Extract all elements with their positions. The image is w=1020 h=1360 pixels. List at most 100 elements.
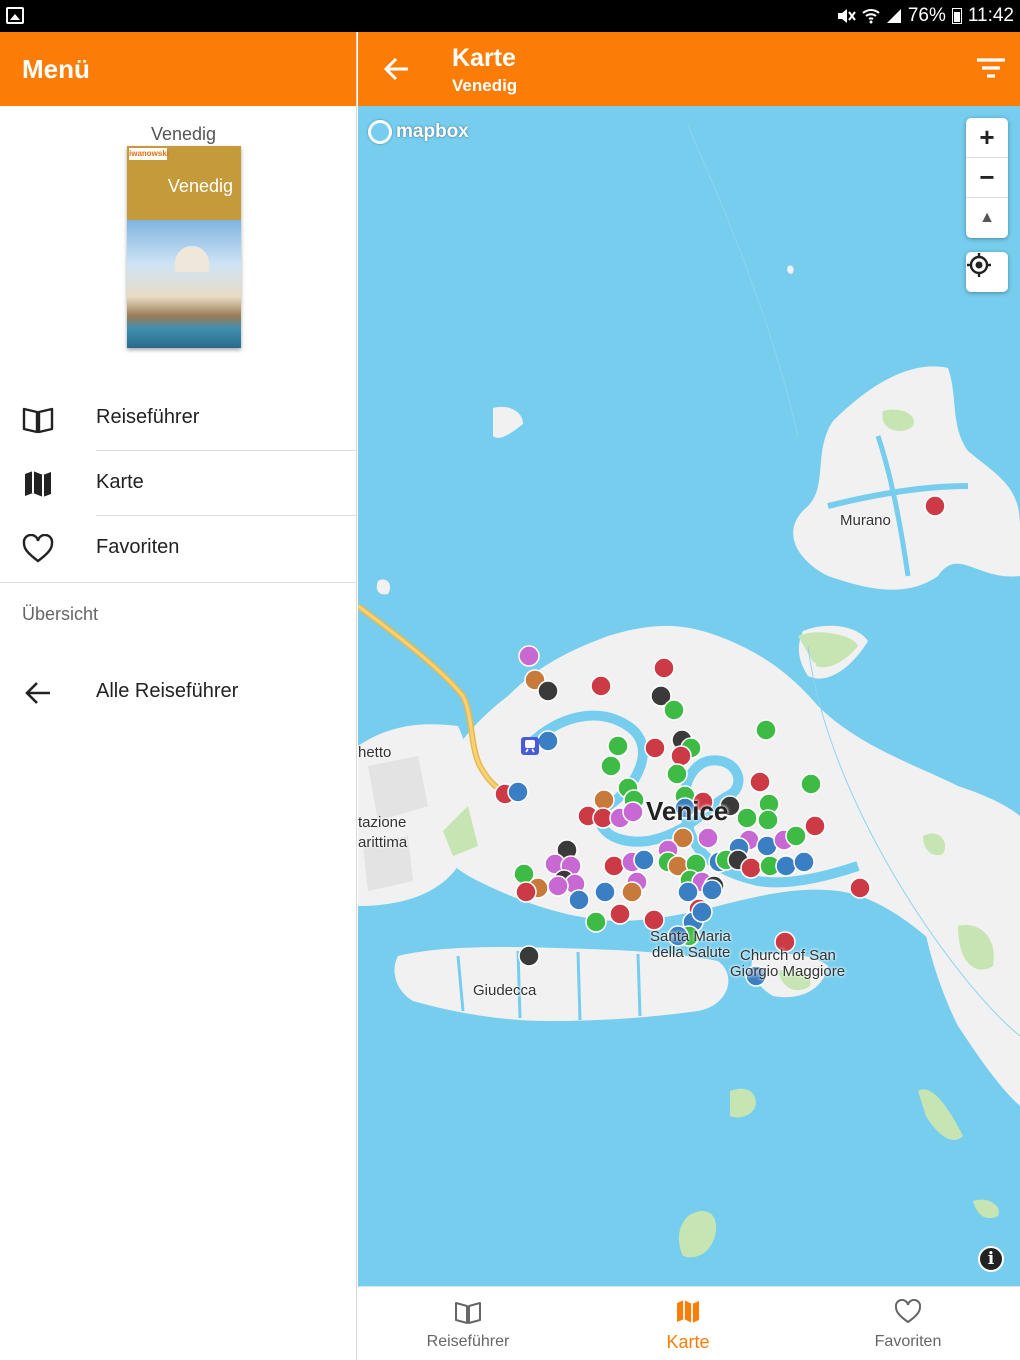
poi-marker-blue[interactable]: [677, 881, 699, 903]
poi-marker-green[interactable]: [600, 755, 622, 777]
mapbox-logo: mapbox: [368, 120, 469, 144]
poi-marker-red[interactable]: [653, 657, 675, 679]
back-button[interactable]: [382, 54, 412, 84]
section-label-uebersicht: Übersicht: [22, 604, 99, 624]
mapbox-logo-icon: [368, 120, 392, 144]
label-stazione-line-1: tazione: [358, 814, 407, 831]
mute-icon: [837, 9, 856, 23]
poi-marker-green[interactable]: [785, 825, 807, 847]
drawer-item-label: Karte: [96, 471, 144, 493]
poi-marker-red[interactable]: [644, 737, 666, 759]
label-salute-line-2: della Salute: [652, 944, 731, 961]
poi-marker-red[interactable]: [804, 815, 826, 837]
map-view[interactable]: mapbox Murano Venice hetto tazione aritt…: [358, 106, 1020, 1286]
drawer-item-favoriten[interactable]: Favoriten: [0, 516, 357, 581]
drawer-item-label: Reiseführer: [96, 406, 200, 428]
drawer-item-label: Alle Reiseführer: [96, 680, 239, 702]
poi-marker-red[interactable]: [740, 857, 762, 879]
zoom-in-button[interactable]: +: [966, 118, 1008, 158]
cover-photo: [127, 220, 241, 348]
heart-icon: [894, 1299, 922, 1324]
map-canvas[interactable]: [358, 106, 1020, 1286]
compass-button[interactable]: ▲: [966, 198, 1008, 238]
label-san-giorgio-line-2: Giorgio Maggiore: [730, 963, 846, 980]
poi-marker-red[interactable]: [515, 881, 537, 903]
drawer-item-reisefuehrer[interactable]: Reiseführer: [0, 386, 357, 451]
drawer-item-karte[interactable]: Karte: [0, 451, 357, 516]
poi-marker-red[interactable]: [670, 745, 692, 767]
status-bar: 76% 11:42: [0, 0, 1020, 32]
guide-title: Venedig: [150, 124, 217, 144]
poi-marker-red[interactable]: [590, 675, 612, 697]
poi-marker-blue[interactable]: [691, 901, 713, 923]
poi-marker-green[interactable]: [663, 699, 685, 721]
poi-marker-purple[interactable]: [518, 645, 540, 667]
poi-marker-purple[interactable]: [697, 827, 719, 849]
poi-marker-green[interactable]: [736, 807, 758, 829]
info-button[interactable]: i: [978, 1246, 1004, 1272]
label-stazione-line-2: arittima: [358, 834, 408, 851]
poi-marker-blue[interactable]: [701, 879, 723, 901]
poi-marker-purple[interactable]: [547, 875, 569, 897]
map-screen: Karte Venedig mapbox Murano Venice hetto…: [358, 32, 1020, 1360]
status-bar-right: 76% 11:42: [836, 5, 1014, 27]
section-divider: [0, 582, 357, 583]
drawer-item-alle-reisefuehrer[interactable]: Alle Reiseführer: [0, 660, 357, 725]
poi-marker-brown[interactable]: [593, 789, 615, 811]
crosshair-icon: [967, 253, 991, 277]
nav-label: Karte: [666, 1332, 710, 1352]
app-bar: Karte Venedig: [358, 32, 1020, 106]
bottom-navigation: Reiseführer Karte Favoriten: [358, 1286, 1020, 1360]
poi-marker-blue[interactable]: [568, 889, 590, 911]
page-title: Karte: [452, 44, 516, 72]
poi-marker-green[interactable]: [757, 809, 779, 831]
poi-marker-red[interactable]: [924, 495, 946, 517]
navigation-drawer: Menü Venedig iwanowski Venedig Reiseführ…: [0, 32, 357, 1360]
drawer-header: Menü: [0, 32, 356, 106]
poi-marker-red[interactable]: [749, 771, 771, 793]
nav-karte[interactable]: Karte: [578, 1287, 798, 1360]
nav-label: Favoriten: [874, 1333, 942, 1350]
mapbox-logo-text: mapbox: [396, 121, 469, 142]
poi-marker-blue[interactable]: [537, 730, 559, 752]
poi-marker-blue[interactable]: [793, 851, 815, 873]
arrow-back-icon: [25, 682, 50, 704]
poi-marker-red[interactable]: [609, 903, 631, 925]
map-icon: [25, 471, 51, 497]
poi-marker-purple[interactable]: [622, 801, 644, 823]
poi-marker-red[interactable]: [849, 877, 871, 899]
cover-photo-dome: [175, 246, 209, 272]
book-icon: [22, 407, 54, 434]
guide-cover[interactable]: iwanowski Venedig: [127, 146, 241, 348]
poi-marker-green[interactable]: [800, 773, 822, 795]
poi-marker-red[interactable]: [643, 909, 665, 931]
label-san-giorgio-line-1: Church of San: [740, 947, 836, 964]
nav-favoriten[interactable]: Favoriten: [798, 1287, 1018, 1360]
heart-icon: [22, 534, 54, 563]
cover-brand-logo: iwanowski: [129, 148, 170, 160]
poi-marker-brown[interactable]: [621, 881, 643, 903]
poi-marker-dark[interactable]: [518, 945, 540, 967]
gallery-icon: [6, 7, 24, 24]
label-salute-line-1: Santa Maria: [650, 928, 731, 945]
poi-marker-green[interactable]: [666, 763, 688, 785]
poi-marker-green[interactable]: [585, 911, 607, 933]
nav-label: Reiseführer: [426, 1333, 510, 1350]
poi-marker-blue[interactable]: [633, 849, 655, 871]
locate-me-button[interactable]: [966, 252, 1008, 292]
label-giudecca: Giudecca: [473, 982, 537, 999]
nav-reisefuehrer[interactable]: Reiseführer: [358, 1287, 578, 1360]
status-time: 11:42: [967, 5, 1014, 26]
poi-marker-blue[interactable]: [507, 781, 529, 803]
filter-icon[interactable]: [976, 56, 1006, 82]
label-ghetto: hetto: [358, 744, 392, 761]
wifi-icon: [862, 9, 880, 24]
poi-marker-green[interactable]: [755, 719, 777, 741]
poi-marker-blue[interactable]: [775, 855, 797, 877]
poi-marker-red[interactable]: [603, 855, 625, 877]
poi-marker-dark[interactable]: [537, 680, 559, 702]
cover-title: Venedig: [167, 176, 233, 196]
zoom-out-button[interactable]: −: [966, 158, 1008, 198]
poi-marker-blue[interactable]: [594, 881, 616, 903]
poi-marker-green[interactable]: [607, 735, 629, 757]
